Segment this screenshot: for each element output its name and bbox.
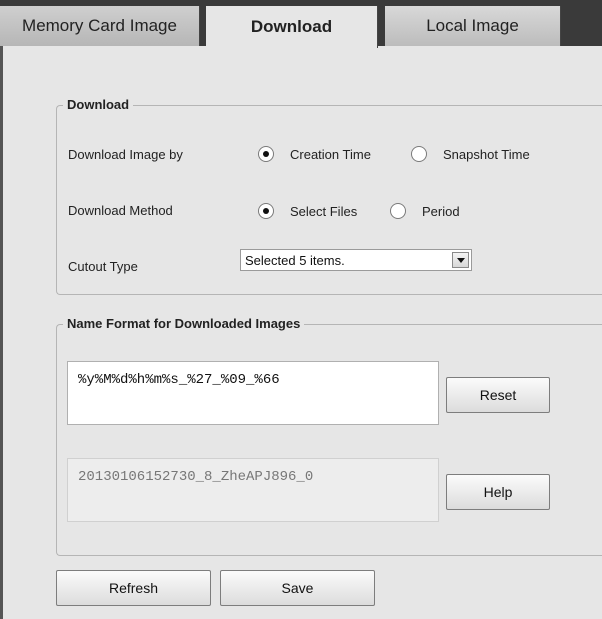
select-files-radio[interactable] <box>258 203 274 219</box>
snapshot-time-radio[interactable] <box>411 146 427 162</box>
period-label[interactable]: Period <box>422 204 460 219</box>
tab-download[interactable]: Download <box>206 6 378 48</box>
tab-local-image[interactable]: Local Image <box>385 6 561 46</box>
help-button[interactable]: Help <box>446 474 550 510</box>
tab-bar-filler <box>562 6 602 46</box>
creation-time-radio[interactable] <box>258 146 274 162</box>
tab-memory-card-image[interactable]: Memory Card Image <box>0 6 200 46</box>
refresh-button[interactable]: Refresh <box>56 570 211 606</box>
download-method-label: Download Method <box>68 203 173 218</box>
left-border <box>0 46 8 619</box>
name-format-input[interactable]: %y%M%d%h%m%s_%27_%09_%66 <box>67 361 439 425</box>
creation-time-label[interactable]: Creation Time <box>290 147 371 162</box>
download-group-legend: Download <box>63 97 134 112</box>
chevron-down-icon[interactable] <box>452 252 469 268</box>
name-format-preview: 20130106152730_8_ZheAPJ896_0 <box>67 458 439 522</box>
select-files-label[interactable]: Select Files <box>290 204 357 219</box>
reset-button[interactable]: Reset <box>446 377 550 413</box>
download-image-by-label: Download Image by <box>68 147 183 162</box>
cutout-type-label: Cutout Type <box>68 259 138 274</box>
name-format-group-legend: Name Format for Downloaded Images <box>63 316 305 331</box>
cutout-type-select[interactable]: Selected 5 items. <box>240 249 472 271</box>
snapshot-time-label[interactable]: Snapshot Time <box>443 147 530 162</box>
save-button[interactable]: Save <box>220 570 375 606</box>
period-radio[interactable] <box>390 203 406 219</box>
tab-bar: Memory Card Image Download Local Image <box>0 0 602 48</box>
cutout-type-value: Selected 5 items. <box>245 253 345 268</box>
